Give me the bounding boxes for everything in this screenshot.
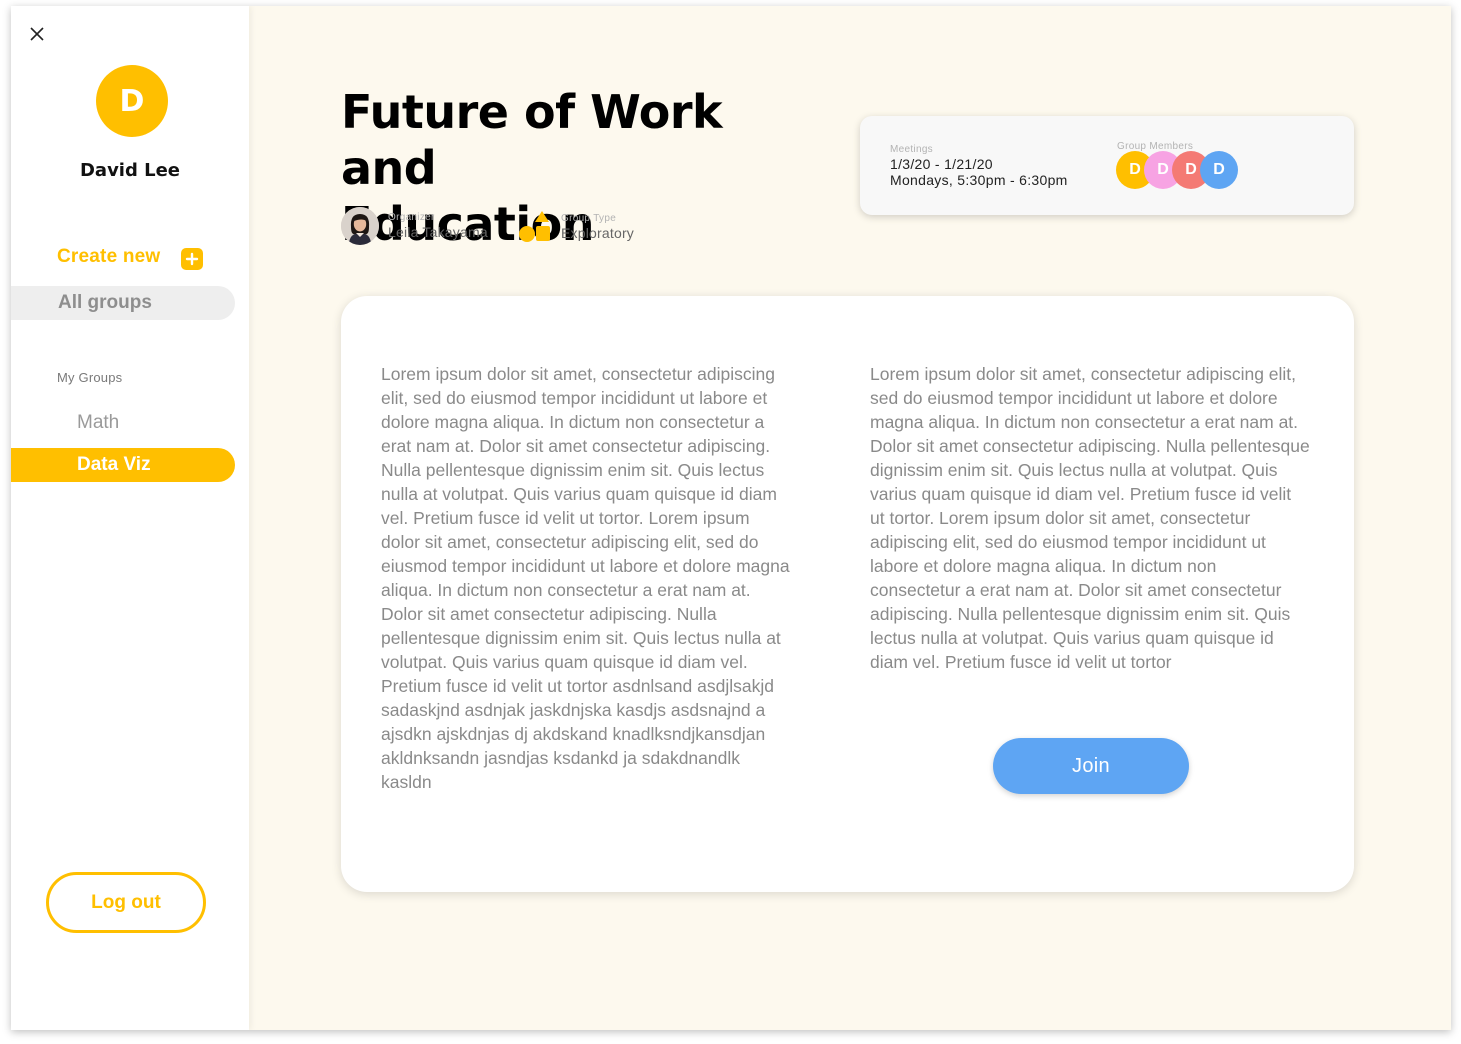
my-groups-heading: My Groups xyxy=(57,370,123,385)
organizer-name[interactable]: Leila Takayama xyxy=(388,224,488,240)
join-label: Join xyxy=(1072,754,1110,777)
group-type-info: Group Type Exploratory xyxy=(561,213,634,241)
join-button[interactable]: Join xyxy=(993,738,1189,794)
shapes-icon xyxy=(518,210,552,244)
app-window: D David Lee Create new All groups My Gro… xyxy=(11,6,1451,1030)
meeting-schedule: Mondays, 5:30pm - 6:30pm xyxy=(890,172,1068,188)
sidebar-item-label: Math xyxy=(77,412,120,433)
organizer-label: Organizer xyxy=(388,212,435,223)
organizer: Organizer Leila Takayama xyxy=(341,207,488,245)
plus-icon[interactable] xyxy=(181,248,203,270)
create-new-label: Create new xyxy=(57,246,161,267)
nav-all-groups[interactable]: All groups xyxy=(11,286,235,320)
meetings-label: Meetings xyxy=(890,144,933,155)
group-type-value: Exploratory xyxy=(561,225,635,241)
group-type-label: Group Type xyxy=(561,213,617,224)
sidebar-item-label: Data Viz xyxy=(77,454,151,475)
avatar[interactable]: D xyxy=(96,65,168,137)
group-members-label: Group Members xyxy=(1117,141,1194,152)
organizer-info: Organizer Leila Takayama xyxy=(388,212,488,240)
description-card: Lorem ipsum dolor sit amet, consectetur … xyxy=(341,296,1354,892)
group-type: Group Type Exploratory xyxy=(518,210,634,244)
nav-all-groups-label: All groups xyxy=(58,292,152,313)
description-right: Lorem ipsum dolor sit amet, consectetur … xyxy=(870,364,1310,672)
logout-button[interactable]: Log out xyxy=(46,872,206,933)
page-title-line1: Future of Work and xyxy=(341,85,723,195)
user-name: David Lee xyxy=(79,160,181,181)
description-left: Lorem ipsum dolor sit amet, consectetur … xyxy=(381,364,790,792)
sidebar: D David Lee Create new All groups My Gro… xyxy=(11,6,249,1030)
sidebar-item-data-viz[interactable]: Data Viz xyxy=(11,448,235,482)
sidebar-item-math[interactable]: Math xyxy=(11,406,235,440)
close-icon[interactable] xyxy=(27,24,47,44)
organizer-avatar[interactable] xyxy=(341,207,379,245)
meeting-info-card: Meetings 1/3/20 - 1/21/20 Mondays, 5:30p… xyxy=(860,116,1354,215)
member-avatar[interactable]: D xyxy=(1200,151,1238,189)
create-new-button[interactable]: Create new xyxy=(57,246,203,270)
logout-label: Log out xyxy=(91,891,161,913)
meeting-date-range: 1/3/20 - 1/21/20 xyxy=(890,156,993,172)
